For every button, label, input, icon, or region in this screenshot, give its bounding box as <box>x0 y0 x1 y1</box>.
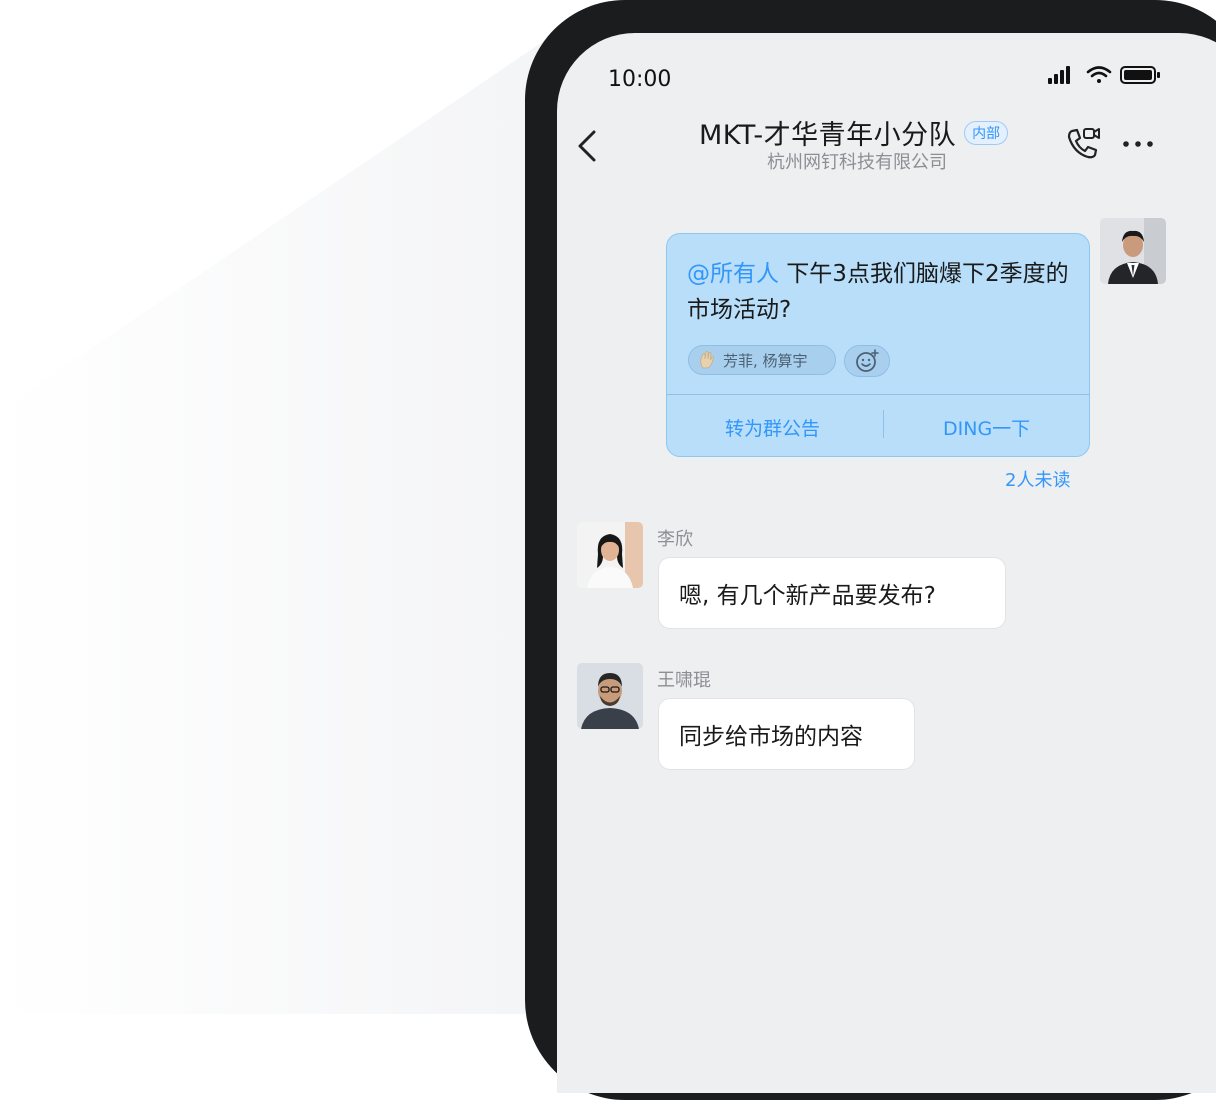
video-call-icon[interactable] <box>1066 126 1102 160</box>
add-emoji-icon <box>856 349 879 372</box>
convert-announcement-button[interactable]: 转为群公告 <box>725 414 820 441</box>
message-bubble-wang[interactable]: 同步给市场的内容 <box>658 698 915 770</box>
status-icons <box>1048 66 1160 84</box>
reaction-pill[interactable]: 芳菲, 杨算宇 <box>688 345 836 375</box>
sender-name: 王啸琨 <box>657 670 711 691</box>
clap-icon <box>700 351 714 369</box>
reaction-names: 芳菲, 杨算宇 <box>723 351 808 370</box>
more-icon[interactable] <box>1121 136 1155 152</box>
mention-all[interactable]: @所有人 <box>687 261 779 287</box>
bubble-divider <box>667 394 1089 395</box>
avatar-me[interactable] <box>1100 218 1166 284</box>
chat-title: MKT-才华青年小分队 <box>699 120 957 151</box>
message-bubble-lixin[interactable]: 嗯, 有几个新产品要发布? <box>658 557 1006 629</box>
ding-button[interactable]: DING一下 <box>943 414 1030 441</box>
chat-title-row[interactable]: MKT-才华青年小分队 内部 <box>699 113 1009 152</box>
my-message-bubble[interactable]: @所有人 下午3点我们脑爆下2季度的市场活动? 芳菲, 杨算宇 转为群公告 DI… <box>666 233 1090 457</box>
company-name: 杭州网钉科技有限公司 <box>767 152 947 173</box>
status-time: 10:00 <box>608 67 672 92</box>
chat-screen: 10:00 MKT-才华青年小分队 内部 杭州网钉科技有限公司 @所有人 下午3… <box>557 33 1216 1093</box>
battery-icon <box>1120 66 1160 84</box>
add-reaction-button[interactable] <box>844 345 890 377</box>
wifi-icon <box>1086 66 1112 83</box>
message-text: @所有人 下午3点我们脑爆下2季度的市场活动? <box>687 256 1077 328</box>
internal-badge: 内部 <box>964 120 1009 145</box>
unread-count[interactable]: 2人未读 <box>1005 466 1070 492</box>
back-arrow-icon[interactable] <box>572 128 602 164</box>
sender-name: 李欣 <box>657 529 693 550</box>
avatar-wang[interactable] <box>577 663 643 729</box>
signal-icon <box>1048 66 1070 84</box>
avatar-lixin[interactable] <box>577 522 643 588</box>
action-divider <box>883 410 884 438</box>
